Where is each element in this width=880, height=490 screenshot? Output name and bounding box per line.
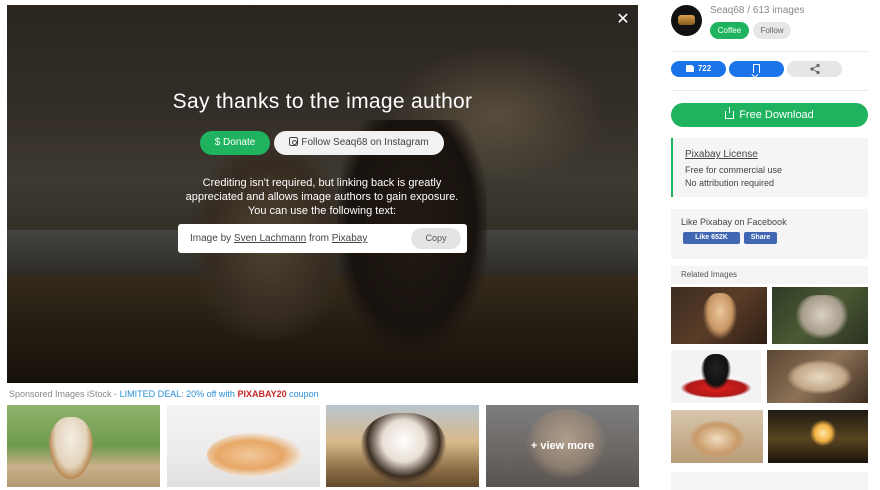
follow-instagram-label: Follow Seaq68 on Instagram <box>301 137 429 148</box>
copy-button[interactable]: Copy <box>411 228 461 249</box>
sponsored-thumbnail[interactable] <box>7 405 160 487</box>
download-icon <box>725 107 735 119</box>
related-header: Related Images <box>671 266 868 284</box>
attribution-middle: from <box>306 233 332 244</box>
sponsored-thumbnail[interactable] <box>326 405 479 487</box>
author-link[interactable]: Sven Lachmann <box>234 233 306 244</box>
bookmark-icon <box>753 64 760 73</box>
avatar[interactable] <box>671 5 702 36</box>
attribution-text: Image by Sven Lachmann from Pixabay <box>190 233 367 244</box>
free-download-label: Free Download <box>739 109 814 121</box>
pixabay-link[interactable]: Pixabay <box>332 233 368 244</box>
credit-line: You can use the following text: <box>247 205 397 217</box>
license-line: No attribution required <box>685 178 775 188</box>
sponsored-thumbnails: + view more <box>7 405 639 487</box>
related-placeholder <box>671 472 868 490</box>
sponsored-prefix: Sponsored Images iStock - <box>9 389 120 399</box>
sponsored-line: Sponsored Images iStock - LIMITED DEAL: … <box>9 389 319 399</box>
related-image[interactable] <box>772 287 868 344</box>
share-icon <box>810 63 820 75</box>
credit-text: Crediting isn't required, but linking ba… <box>172 176 472 218</box>
free-download-button[interactable]: Free Download <box>671 103 868 127</box>
attribution-box: Image by Sven Lachmann from Pixabay Copy <box>178 224 467 253</box>
divider <box>671 51 868 52</box>
license-box: Pixabay License Free for commercial use … <box>671 138 868 197</box>
divider <box>671 90 868 91</box>
related-image[interactable] <box>671 350 761 403</box>
bookmark-button[interactable] <box>729 61 784 77</box>
donate-button[interactable]: $ Donate <box>200 131 270 155</box>
follow-button[interactable]: Follow <box>753 22 791 39</box>
sponsored-suffix[interactable]: coupon <box>287 389 319 399</box>
sponsored-deal-link[interactable]: LIMITED DEAL: 20% off with <box>120 389 238 399</box>
coupon-code[interactable]: PIXABAY20 <box>237 389 286 399</box>
related-image[interactable] <box>768 410 868 463</box>
close-icon[interactable]: ✕ <box>615 11 631 29</box>
related-image[interactable] <box>671 287 767 344</box>
credit-line: Crediting isn't required, but linking ba… <box>202 177 442 189</box>
credit-line: appreciated and allows image authors to … <box>185 191 459 203</box>
modal-title: Say thanks to the image author <box>172 90 473 113</box>
like-count: 722 <box>697 64 712 73</box>
like-button[interactable]: 722 <box>671 61 726 77</box>
facebook-share-button[interactable]: Share <box>744 232 777 244</box>
follow-instagram-button[interactable]: Follow Seaq68 on Instagram <box>274 131 444 155</box>
facebook-title: Like Pixabay on Facebook <box>681 217 787 227</box>
pixabay-image-page: ✕ Say thanks to the image author $ Donat… <box>0 0 880 490</box>
view-more-link[interactable]: + view more <box>486 405 639 487</box>
author-line[interactable]: Seaq68 / 613 images <box>710 5 805 16</box>
instagram-icon <box>289 137 299 146</box>
license-link[interactable]: Pixabay License <box>685 149 758 160</box>
related-title: Related Images <box>681 270 738 279</box>
coffee-button[interactable]: Coffee <box>710 22 749 39</box>
sponsored-thumbnail[interactable] <box>167 405 320 487</box>
facebook-box: Like Pixabay on Facebook Like 652K Share <box>671 209 868 259</box>
facebook-like-button[interactable]: Like 652K <box>683 232 740 244</box>
share-button[interactable] <box>787 61 842 77</box>
related-image[interactable] <box>671 410 763 463</box>
related-image[interactable] <box>767 350 868 403</box>
license-line: Free for commercial use <box>685 165 783 175</box>
thumbs-up-icon <box>685 65 694 72</box>
attribution-prefix: Image by <box>190 233 234 244</box>
